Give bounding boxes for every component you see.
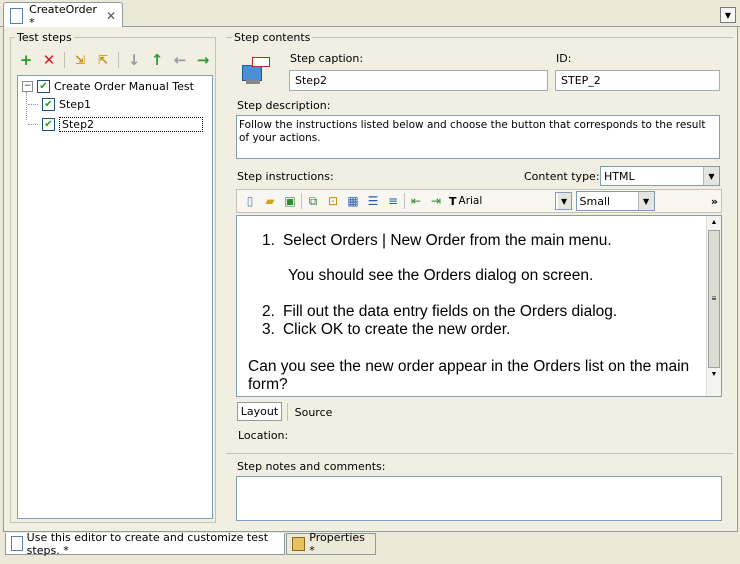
tree-item-step2[interactable]: ✔ Step2 [28, 117, 203, 132]
test-steps-label: Test steps [17, 31, 72, 44]
properties-icon [292, 537, 306, 551]
document-tab-strip: CreateOrder * ✕ ▼ [0, 0, 740, 29]
move-up-icon[interactable]: ↑ [147, 50, 167, 70]
id-field[interactable]: STEP_2 [555, 70, 720, 91]
editor-tab-bottom[interactable]: Use this editor to create and customize … [5, 530, 285, 557]
content-type-label: Content type: [524, 170, 600, 183]
section-divider [226, 453, 733, 454]
checkbox-step1[interactable]: ✔ [42, 98, 55, 111]
numbered-list-icon[interactable]: ☰ [364, 192, 382, 210]
scroll-up-icon[interactable]: ▲ [707, 216, 721, 230]
list-number: 3. [262, 321, 275, 338]
description-label: Step description: [237, 99, 331, 112]
checkbox-step2[interactable]: ✔ [42, 118, 55, 131]
new-document-icon[interactable]: ▯ [241, 192, 259, 210]
delete-icon[interactable]: ✕ [39, 50, 59, 70]
tab-layout-label: Layout [240, 405, 279, 418]
tree-item-step1[interactable]: ✔ Step1 [28, 98, 91, 111]
test-steps-tree[interactable]: − ✔ Create Order Manual Test ✔ Step1 ✔ S… [17, 75, 213, 519]
document-icon [11, 536, 23, 551]
caption-field[interactable]: Step2 [289, 70, 548, 91]
font-name: Arial [458, 195, 483, 207]
instruction-text: Select Orders | New Order from the main … [282, 232, 612, 249]
content-type-select[interactable]: HTML ▼ [600, 166, 720, 186]
instruction-text: Fill out the data entry fields on the Or… [282, 303, 618, 320]
chevron-down-icon[interactable]: ▼ [637, 192, 654, 210]
editor-body: Test steps + ✕ ⇲ ⇱ ↓ ↑ ← → − ✔ Create Or… [3, 27, 738, 532]
paste-icon[interactable]: ⊡ [324, 192, 342, 210]
collapse-icon[interactable]: − [22, 81, 33, 92]
document-tab[interactable]: CreateOrder * ✕ [3, 2, 123, 29]
editor-window: CreateOrder * ✕ ▼ Test steps + ✕ ⇲ ⇱ ↓ ↑… [0, 0, 740, 564]
tab-menu-button[interactable]: ▼ [720, 7, 736, 23]
vertical-scrollbar[interactable]: ▲ ≡ ▼ [706, 216, 721, 396]
instruction-note: You should see the Orders dialog on scre… [288, 267, 594, 284]
notes-field[interactable] [236, 476, 722, 521]
tab-source-label: Source [294, 405, 333, 419]
instructions-editor[interactable]: 1. Select Orders | New Order from the ma… [236, 215, 722, 397]
tree-root-row[interactable]: − ✔ Create Order Manual Test [22, 80, 194, 93]
outdent-icon[interactable]: ⇤ [407, 192, 425, 210]
step-icon [240, 55, 270, 89]
more-tools-icon[interactable]: » [711, 195, 718, 208]
properties-tab[interactable]: Properties * [286, 531, 376, 557]
move-down-icon[interactable]: ↓ [124, 50, 144, 70]
chevron-down-icon: ▼ [557, 193, 571, 209]
chevron-down-icon[interactable]: ▼ [703, 167, 719, 185]
tab-layout[interactable]: Layout [237, 402, 282, 421]
instruction-question: Can you see the new order appear in the … [248, 358, 690, 393]
bullet-list-icon[interactable]: ≡ [384, 192, 402, 210]
list-number: 1. [262, 232, 275, 249]
instruction-item: 1. Select Orders | New Order from the ma… [262, 232, 612, 250]
indent-icon[interactable]: ⇥ [427, 192, 445, 210]
close-icon[interactable]: ✕ [106, 9, 116, 23]
move-right-icon[interactable]: → [193, 50, 213, 70]
toolbar-separator [118, 52, 119, 68]
instructions-toolbar: ▯ ▰ ▣ ⧉ ⊡ ▦ ☰ ≡ ⇤ ⇥ T Arial ▼ Small ▼ » [236, 189, 722, 213]
tree-item-label-selected: Step2 [59, 117, 203, 132]
toolbar-separator [301, 193, 302, 209]
export-icon[interactable]: ⇱ [93, 50, 113, 70]
font-icon: T [449, 194, 457, 208]
chevron-down-icon: ▼ [724, 10, 732, 20]
instruction-item: 3. Click OK to create the new order. [262, 321, 510, 339]
test-steps-toolbar: + ✕ ⇲ ⇱ ↓ ↑ ← → [16, 49, 216, 71]
tree-root-label: Create Order Manual Test [54, 80, 194, 93]
table-icon[interactable]: ▦ [344, 192, 362, 210]
scroll-down-icon[interactable]: ▼ [707, 368, 721, 382]
toolbar-separator [404, 193, 405, 209]
id-label: ID: [556, 52, 572, 65]
scroll-thumb[interactable]: ≡ [708, 230, 720, 368]
step-contents-label: Step contents [234, 31, 311, 44]
toolbar-separator [64, 52, 65, 68]
instruction-text: Click OK to create the new order. [282, 321, 511, 338]
instructions-label: Step instructions: [237, 170, 334, 183]
open-folder-icon[interactable]: ▰ [261, 192, 279, 210]
tree-connector [26, 92, 27, 120]
tree-connector [28, 104, 38, 105]
caption-label: Step caption: [290, 52, 364, 65]
properties-tab-label: Properties * [309, 531, 365, 557]
content-type-value: HTML [604, 169, 635, 183]
description-field[interactable]: Follow the instructions listed below and… [236, 115, 720, 159]
save-icon[interactable]: ▣ [281, 192, 299, 210]
checkbox-root[interactable]: ✔ [37, 80, 50, 93]
copy-icon[interactable]: ⧉ [304, 192, 322, 210]
move-left-icon[interactable]: ← [170, 50, 190, 70]
editor-tab-label: Use this editor to create and customize … [26, 530, 269, 557]
tab-source[interactable]: Source [287, 403, 339, 421]
list-number: 2. [262, 303, 275, 320]
font-size-select[interactable]: Small ▼ [575, 191, 655, 211]
font-name-dropdown[interactable]: ▼ [554, 192, 572, 210]
instruction-item: 2. Fill out the data entry fields on the… [262, 303, 617, 321]
document-icon [10, 7, 24, 24]
import-icon[interactable]: ⇲ [70, 50, 90, 70]
tree-connector [28, 124, 38, 125]
font-size-value: Small [579, 194, 611, 208]
add-icon[interactable]: + [16, 50, 36, 70]
location-label: Location: [238, 429, 289, 442]
notes-label: Step notes and comments: [237, 460, 386, 473]
document-tab-title: CreateOrder * [29, 2, 97, 29]
tree-item-label: Step1 [59, 98, 92, 111]
